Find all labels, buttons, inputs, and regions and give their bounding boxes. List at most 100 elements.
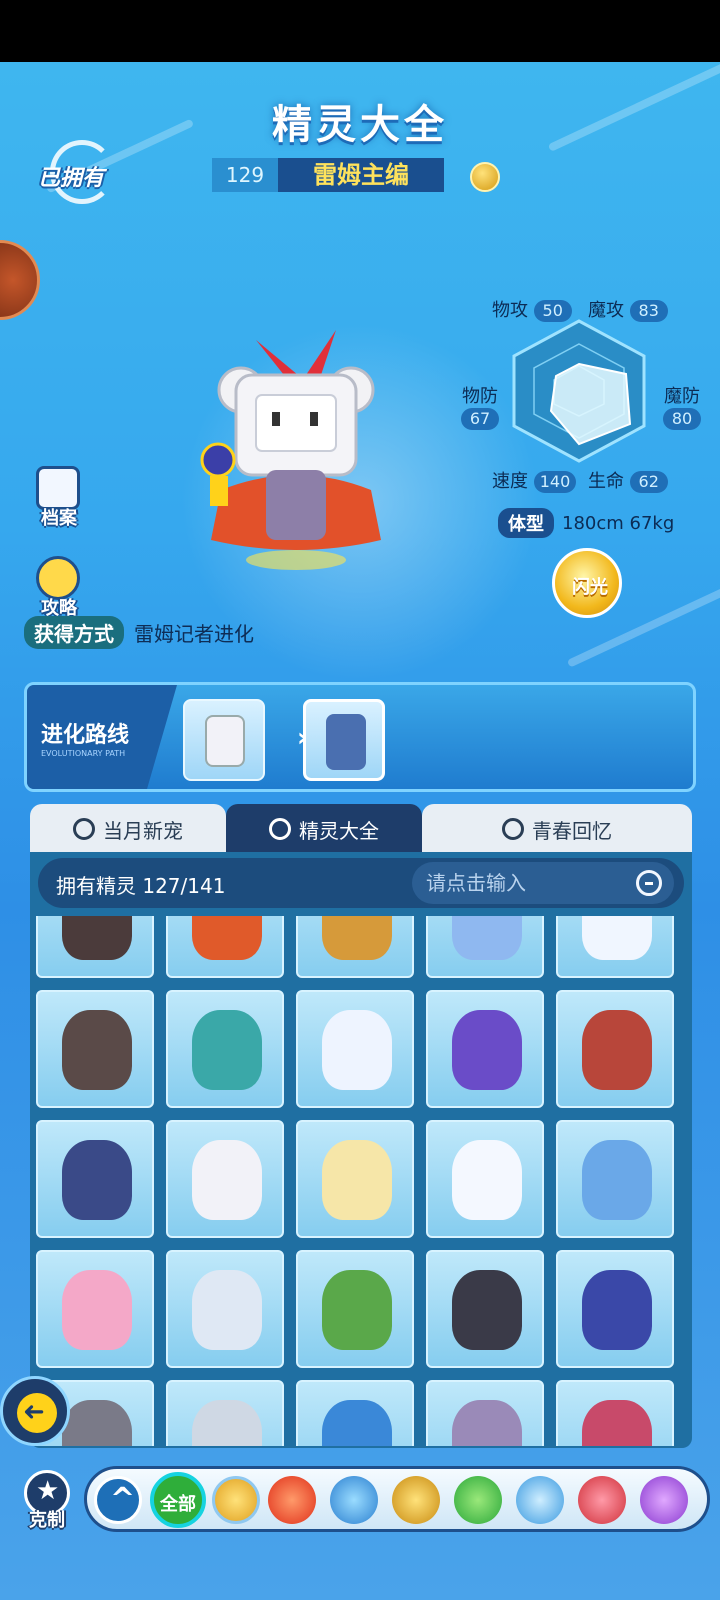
pet-thumb <box>322 1270 392 1350</box>
archive-label: 档案 <box>41 508 77 529</box>
pet-card[interactable] <box>426 990 544 1108</box>
stat-hp-label: 生命 <box>588 471 624 492</box>
pet-card[interactable] <box>556 916 674 978</box>
stat-mdef-label: 魔防 <box>664 386 700 407</box>
tab-label: 青春回忆 <box>532 818 612 843</box>
pet-artwork <box>200 330 381 570</box>
wind-icon[interactable] <box>330 1476 378 1524</box>
paw-icon <box>73 818 95 840</box>
stat-atk: 物攻 50 <box>492 296 572 322</box>
tab-monthly-new[interactable]: 当月新宠 <box>30 804 226 854</box>
stat-mdef-value: 80 <box>663 408 701 430</box>
pet-card[interactable] <box>36 916 154 978</box>
obtain-method: 获得方式 雷姆记者进化 <box>24 616 254 649</box>
electric-type-icon[interactable] <box>470 162 500 192</box>
stat-atk-label: 物攻 <box>492 300 528 321</box>
pet-thumb <box>582 1270 652 1350</box>
pet-thumb <box>452 1010 522 1090</box>
pet-card[interactable] <box>36 1120 154 1238</box>
pet-card[interactable] <box>166 916 284 978</box>
pet-thumb <box>62 916 132 960</box>
back-arrow-icon <box>17 1393 57 1433</box>
stat-spd-label: 速度 <box>492 471 528 492</box>
pet-thumb <box>452 1270 522 1350</box>
microphone-handle <box>210 476 228 506</box>
electric-icon[interactable] <box>392 1476 440 1524</box>
pet-body <box>266 470 326 540</box>
pet-shadow <box>246 550 346 570</box>
book-icon <box>269 818 291 840</box>
pet-thumb <box>582 916 652 960</box>
spiral-icon <box>502 818 524 840</box>
evolution-stage-1[interactable] <box>183 699 265 781</box>
stat-radar-chart <box>512 319 646 463</box>
pet-card[interactable] <box>166 1120 284 1238</box>
pet-eye-right <box>310 412 318 426</box>
guide-button[interactable]: 攻略 <box>28 556 90 619</box>
search-icon[interactable] <box>636 870 662 896</box>
pet-card[interactable] <box>556 990 674 1108</box>
pet-card[interactable] <box>166 990 284 1108</box>
pet-thumb <box>62 1400 132 1446</box>
stat-def-label: 物防 <box>462 386 498 407</box>
owned-count: 拥有精灵 127/141 <box>56 874 226 898</box>
fighting-icon[interactable] <box>578 1476 626 1524</box>
stat-def: 物防 67 <box>458 382 502 430</box>
pet-card[interactable] <box>426 1380 544 1446</box>
evolution-label: 进化路线 <box>41 723 130 748</box>
pet-thumb <box>326 714 366 770</box>
pet-card[interactable] <box>296 916 414 978</box>
pet-card[interactable] <box>556 1380 674 1446</box>
ice-icon[interactable] <box>516 1476 564 1524</box>
counter-button[interactable]: 克制 <box>18 1470 76 1531</box>
stat-atk-value: 50 <box>533 300 572 322</box>
pet-card[interactable] <box>36 990 154 1108</box>
light-icon[interactable] <box>212 1476 260 1524</box>
stat-matk-label: 魔攻 <box>588 300 624 321</box>
search-box[interactable] <box>412 862 674 904</box>
back-button[interactable] <box>0 1376 70 1446</box>
pet-card[interactable] <box>556 1120 674 1238</box>
owned-badge-label: 已拥有 <box>38 166 105 191</box>
fire-icon[interactable] <box>268 1476 316 1524</box>
evolution-stage-2[interactable] <box>303 699 385 781</box>
pet-thumb <box>452 916 522 960</box>
pet-card[interactable] <box>166 1380 284 1446</box>
pet-card[interactable] <box>426 916 544 978</box>
tab-label: 精灵大全 <box>299 818 379 843</box>
pet-thumb <box>192 1140 262 1220</box>
body-size-row: 体型 180cm 67kg <box>498 508 674 538</box>
pet-thumb <box>192 1270 262 1350</box>
pet-thumb <box>62 1010 132 1090</box>
pet-card[interactable] <box>296 990 414 1108</box>
evolution-subtitle: EVOLUTIONARY PATH <box>41 749 126 758</box>
pet-card[interactable] <box>36 1250 154 1368</box>
archive-button[interactable]: 档案 <box>28 466 90 529</box>
pet-thumb <box>452 1140 522 1220</box>
pet-thumb <box>62 1270 132 1350</box>
pet-thumb <box>582 1140 652 1220</box>
grass-icon[interactable] <box>454 1476 502 1524</box>
search-input[interactable] <box>426 868 636 898</box>
obtain-value: 雷姆记者进化 <box>134 622 254 646</box>
poison-icon[interactable] <box>640 1476 688 1524</box>
pet-thumb <box>452 1400 522 1446</box>
collapse-up-icon[interactable] <box>94 1476 142 1524</box>
shiny-button[interactable]: 闪光 <box>552 548 622 618</box>
tab-memories[interactable]: 青春回忆 <box>422 804 692 854</box>
evolution-label-box: 进化路线 EVOLUTIONARY PATH <box>27 685 177 789</box>
pet-card[interactable] <box>426 1120 544 1238</box>
pet-card[interactable] <box>296 1120 414 1238</box>
tab-encyclopedia[interactable]: 精灵大全 <box>226 804 422 854</box>
pet-card[interactable] <box>296 1250 414 1368</box>
pet-thumb <box>62 1140 132 1220</box>
stat-spd: 速度 140 <box>492 467 577 493</box>
stat-matk-value: 83 <box>629 300 668 322</box>
pet-card[interactable] <box>426 1250 544 1368</box>
pet-list-panel: 拥有精灵 127/141 <box>30 852 692 1448</box>
pet-card[interactable] <box>296 1380 414 1446</box>
pet-card[interactable] <box>556 1250 674 1368</box>
pet-name-bar: 129 雷姆主编 <box>212 158 444 192</box>
pet-card[interactable] <box>166 1250 284 1368</box>
filter-all-button[interactable]: 全部 <box>150 1472 206 1528</box>
